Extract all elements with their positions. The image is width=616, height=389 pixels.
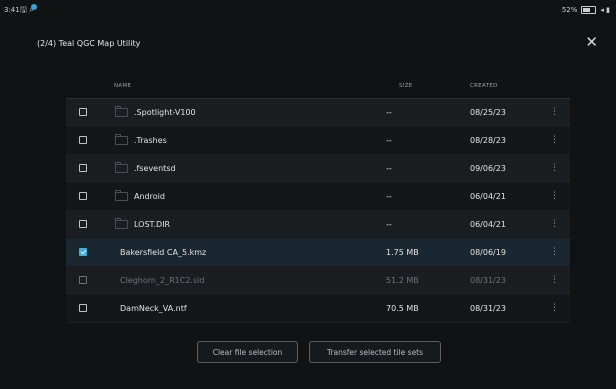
- folder-icon: [115, 106, 128, 117]
- file-size: --: [386, 164, 392, 173]
- more-options-icon[interactable]: ⋮: [550, 191, 559, 201]
- table-body: .Spotlight-V100 -- 08/25/23 ⋮ .Trashes -- 08/2…: [66, 99, 570, 323]
- more-options-icon[interactable]: ⋮: [550, 135, 559, 145]
- folder-icon: [115, 218, 128, 229]
- file-name: Bakersfield CA_5.kmz: [120, 248, 207, 257]
- table-row[interactable]: Cleghorn_2_R1C2.sid 51.2 MB 08/31/23 ⋮: [66, 267, 570, 295]
- file-name: Android: [134, 192, 165, 201]
- status-time: 3:41: [4, 6, 20, 14]
- file-size: --: [386, 192, 392, 201]
- file-size: --: [386, 220, 392, 229]
- more-options-icon[interactable]: ⋮: [550, 303, 559, 313]
- file-name: Cleghorn_2_R1C2.sid: [120, 276, 205, 285]
- table-row[interactable]: .Trashes -- 08/28/23 ⋮: [66, 127, 570, 155]
- status-right: 52% ◂ ▮: [562, 6, 610, 14]
- file-created-date: 08/31/23: [470, 304, 506, 313]
- file-created-date: 06/04/21: [470, 192, 506, 201]
- checkbox[interactable]: [79, 164, 87, 172]
- status-bar: 3:41 🖫 ⌕ 52% ◂ ▮: [0, 0, 616, 24]
- file-created-date: 06/04/21: [470, 220, 506, 229]
- file-created-date: 09/06/23: [470, 164, 506, 173]
- file-size: --: [386, 136, 392, 145]
- file-created-date: 08/06/19: [470, 248, 506, 257]
- file-name: .fseventsd: [134, 164, 176, 173]
- checkbox[interactable]: [79, 136, 87, 144]
- file-created-date: 08/25/23: [470, 108, 506, 117]
- checkbox[interactable]: [79, 304, 87, 312]
- file-size: 70.5 MB: [386, 304, 419, 313]
- battery-icon: [581, 6, 597, 14]
- battery-percent: 52%: [561, 6, 578, 14]
- more-options-icon[interactable]: ⋮: [550, 163, 559, 173]
- file-name: DamNeck_VA.ntf: [120, 304, 187, 313]
- table-row[interactable]: LOST.DIR -- 06/04/21 ⋮: [66, 211, 570, 239]
- header-name: NAME: [114, 83, 132, 89]
- table-row[interactable]: Bakersfield CA_5.kmz 1.75 MB 08/06/19 ⋮: [66, 239, 570, 267]
- file-created-date: 08/31/23: [470, 276, 506, 285]
- table-header: NAME SIZE CREATED: [66, 74, 570, 99]
- file-name: .Trashes: [134, 136, 167, 145]
- checkbox-checked[interactable]: [79, 248, 87, 256]
- table-row[interactable]: DamNeck_VA.ntf 70.5 MB 08/31/23 ⋮: [66, 295, 570, 323]
- folder-icon: [115, 162, 128, 173]
- close-icon[interactable]: ✕: [585, 35, 598, 50]
- more-options-icon[interactable]: ⋮: [550, 275, 559, 285]
- checkbox: [79, 276, 87, 284]
- signal-icon: ◂ ▮: [600, 6, 610, 14]
- folder-icon: [115, 190, 128, 201]
- file-name: LOST.DIR: [134, 220, 171, 229]
- table-row[interactable]: .fseventsd -- 09/06/23 ⋮: [66, 155, 570, 183]
- file-created-date: 08/28/23: [470, 136, 506, 145]
- file-size: 1.75 MB: [386, 248, 419, 257]
- notification-dot-icon: [31, 4, 37, 10]
- more-options-icon[interactable]: ⋮: [550, 107, 559, 117]
- file-table: NAME SIZE CREATED .Spotlight-V100 -- 08/25…: [66, 74, 570, 323]
- more-options-icon[interactable]: ⋮: [550, 219, 559, 229]
- checkbox[interactable]: [79, 192, 87, 200]
- folder-icon: [115, 134, 128, 145]
- checkbox[interactable]: [79, 220, 87, 228]
- header-created: CREATED: [470, 83, 498, 89]
- table-row[interactable]: Android -- 06/04/21 ⋮: [66, 183, 570, 211]
- dialog-title: (2/4) Teal QGC Map Utility: [37, 39, 141, 48]
- more-options-icon[interactable]: ⋮: [550, 247, 559, 257]
- file-size: --: [386, 108, 392, 117]
- transfer-tile-sets-button[interactable]: Transfer selected tile sets: [309, 341, 441, 363]
- file-name: .Spotlight-V100: [134, 108, 196, 117]
- header-size: SIZE: [399, 83, 413, 89]
- file-size: 51.2 MB: [386, 276, 419, 285]
- clear-selection-button[interactable]: Clear file selection: [197, 341, 298, 363]
- table-row[interactable]: .Spotlight-V100 -- 08/25/23 ⋮: [66, 99, 570, 127]
- checkbox[interactable]: [79, 108, 87, 116]
